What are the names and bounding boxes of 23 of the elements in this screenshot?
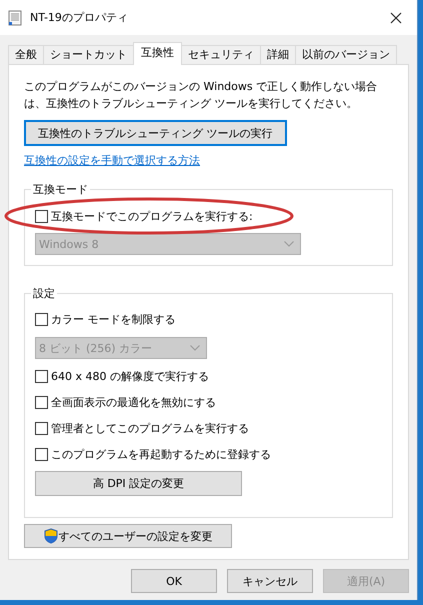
- all-users-button[interactable]: すべてのユーザーの設定を変更: [24, 524, 232, 548]
- description-text: このプログラムがこのバージョンの Windows で正しく動作しない場合は、互換性のトラブルシューティング ツールを実行してください。: [24, 79, 378, 112]
- high-dpi-button[interactable]: 高 DPI 設定の変更: [35, 471, 242, 496]
- setting-checkbox[interactable]: 管理者としてこのプログラムを実行する: [35, 418, 249, 438]
- shield-icon: [44, 528, 58, 544]
- chevron-icon: [284, 241, 294, 247]
- chevron-icon: [190, 345, 200, 351]
- dialog-button[interactable]: OK: [131, 569, 217, 593]
- group-title: 設定: [32, 286, 56, 301]
- troubleshoot-button[interactable]: 互換性のトラブルシューティング ツールの実行: [24, 120, 286, 146]
- setting-checkbox[interactable]: 全画面表示の最適化を無効にする: [35, 392, 216, 412]
- window-title: NT-19のプロパティ: [30, 10, 129, 25]
- close-icon[interactable]: [390, 12, 402, 24]
- setting-checkbox[interactable]: このプログラムを再起動するために登録する: [35, 444, 271, 464]
- tab[interactable]: 互換性: [133, 42, 182, 65]
- document-icon: [8, 10, 22, 26]
- group-title: 互換モード: [32, 182, 89, 197]
- tab[interactable]: 以前のバージョン: [295, 45, 397, 64]
- setting-checkbox[interactable]: 640 x 480 の解像度で実行する: [35, 366, 209, 386]
- setting-checkbox[interactable]: カラー モードを制限する: [35, 309, 176, 329]
- dialog-button[interactable]: キャンセル: [227, 569, 313, 593]
- help-link[interactable]: 互換性の設定を手動で選択する方法: [24, 153, 200, 168]
- tab[interactable]: 全般: [8, 45, 44, 64]
